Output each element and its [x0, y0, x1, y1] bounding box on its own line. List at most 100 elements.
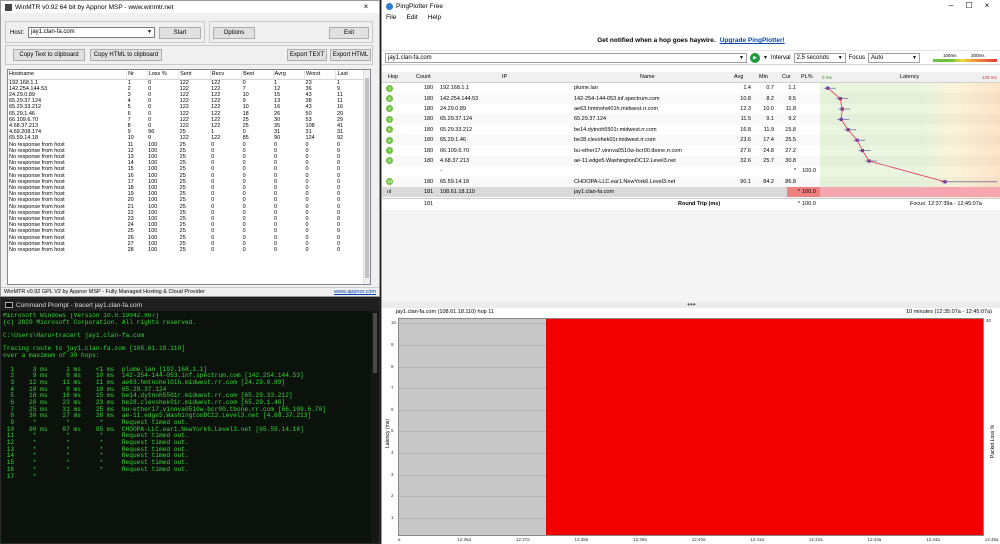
focus-value: Auto: [870, 54, 884, 61]
mtr-col-avrg[interactable]: Avrg: [273, 70, 306, 80]
cmd-line: (c) 2020 Microsoft Corporation. All righ…: [3, 318, 197, 326]
summary-count: 181: [424, 201, 434, 207]
trace-table: Hop Count IP Name Avg Min Cur PL% Latenc…: [382, 72, 1000, 210]
summary-pl: 100.0: [802, 201, 816, 207]
hop-avg: 32.6: [740, 157, 751, 164]
chevron-down-icon[interactable]: ▼: [147, 29, 152, 35]
graph-y-tick: 3: [391, 471, 394, 477]
copy-html-button[interactable]: Copy HTML to clipboard: [90, 49, 162, 61]
chevron-down-icon[interactable]: ▼: [836, 55, 843, 61]
graph-range: 10 minutes (12:35:07a - 12:45:07a): [906, 309, 992, 315]
final-hop-ip: 108.61.18.110: [440, 189, 475, 196]
mtr-col-loss[interactable]: Loss %: [147, 70, 180, 80]
chevron-down-icon[interactable]: ▼: [910, 55, 917, 61]
graph-grid-line: [399, 474, 546, 476]
appnor-link[interactable]: www.appnor.com: [334, 289, 376, 295]
mtr-scroll-thumb[interactable]: [365, 78, 369, 278]
col-avg[interactable]: Avg: [734, 74, 743, 80]
col-hop[interactable]: Hop: [388, 74, 398, 80]
start-button[interactable]: Start: [159, 27, 201, 39]
hop-status-icon: 4: [386, 115, 393, 123]
exit-button[interactable]: Exit: [329, 27, 369, 39]
col-count[interactable]: Count: [416, 74, 431, 80]
upgrade-link[interactable]: Upgrade PingPlotter!: [720, 37, 785, 44]
cmd-line: 17 *: [3, 472, 37, 480]
menu-file[interactable]: File: [386, 14, 396, 21]
graph-header: jay1.clan-fa.com (108.61.18.110) hop 11 …: [396, 309, 992, 317]
menu-help[interactable]: Help: [428, 14, 441, 21]
table-row[interactable]: No response from host 28 100 25 0 0 0 0 0: [8, 247, 368, 253]
mtr-col-worst[interactable]: Worst: [304, 70, 337, 80]
chevron-down-icon[interactable]: ▼: [737, 55, 744, 61]
upgrade-banner: Get notified when a hop goes haywire. Up…: [382, 31, 1000, 51]
mtr-col-best[interactable]: Best: [241, 70, 274, 80]
hop-ip: 65.59.14.18: [440, 178, 470, 185]
interval-select[interactable]: 2.5 seconds ▼: [793, 52, 846, 63]
scale-200ms: 200ms: [971, 53, 985, 58]
hop-count: 180: [424, 137, 434, 144]
hop-status-icon: 5: [386, 126, 393, 134]
final-hop-latency-bar: [820, 187, 1000, 198]
pp-title: PingPlotter Free: [396, 2, 443, 10]
graph-y-tick: 4: [391, 449, 394, 455]
options-button[interactable]: Options: [213, 27, 255, 39]
mtr-scrollbar[interactable]: [363, 70, 370, 284]
host-label: Host:: [10, 30, 25, 36]
graph-y-tick: 7: [391, 385, 394, 391]
col-pl[interactable]: PL%: [801, 74, 813, 80]
focus-select[interactable]: Auto ▼: [867, 52, 920, 63]
hop-avg: 12.3: [740, 105, 751, 112]
graph-grid-line: [399, 431, 546, 433]
scale-100ms: 100ms: [943, 53, 957, 58]
cmd-output[interactable]: Microsoft Windows [Version 10.0.19042.86…: [3, 313, 371, 543]
export-html-button[interactable]: Export HTML: [330, 49, 371, 61]
hop-min: 17.4: [763, 137, 774, 144]
target-input[interactable]: jay1.clan-fa.com ▼: [385, 52, 747, 63]
close-icon[interactable]: ×: [978, 0, 996, 12]
col-name[interactable]: Name: [640, 74, 655, 80]
maximize-icon[interactable]: ☐: [960, 0, 978, 12]
hop-name: CHOOPA-LLC.ear1.NewYork6.Level3.net: [574, 178, 676, 185]
play-icon[interactable]: ▶: [750, 52, 760, 63]
graph-y-tick: 6: [391, 406, 394, 412]
hop-avg: 90.1: [740, 178, 751, 185]
mtr-col-sent[interactable]: Sent: [178, 70, 211, 80]
latency-scale-min: 0 ms: [822, 74, 832, 80]
final-hop-count: 181: [424, 189, 434, 196]
cmd-scrollbar[interactable]: [371, 311, 379, 543]
table-row[interactable]: 192.168.1.1 1 0 122 122 0 1 23 1: [8, 79, 368, 86]
graph-x-tick: 12:41a: [750, 537, 765, 542]
graph-grid-line: [399, 323, 546, 325]
host-input[interactable]: jay1.clan-fa.com ▼: [28, 27, 155, 38]
col-ip[interactable]: IP: [502, 74, 507, 80]
graph-y-right-label: Packet Loss %: [990, 424, 996, 458]
col-min[interactable]: Min: [759, 74, 768, 80]
cmd-scroll-thumb[interactable]: [373, 313, 377, 373]
mtr-col-nr[interactable]: Nr: [126, 70, 148, 80]
mtr-col-hostname[interactable]: Hostname: [8, 70, 128, 80]
menu-edit[interactable]: Edit: [406, 14, 417, 21]
cmd-line: 16 * * * Request timed out.: [3, 465, 189, 473]
winmtr-close-button[interactable]: ×: [357, 1, 375, 13]
hop-name: 142-254-144-053.inf.spectrum.com: [574, 95, 660, 102]
graph-y-tick: 1: [391, 514, 394, 520]
latency-trend-line: [827, 87, 946, 183]
graph-x-tick: 12:40a: [691, 537, 706, 542]
table-cell: 0: [274, 246, 278, 253]
mtr-col-recv[interactable]: Recv: [210, 70, 243, 80]
mtr-results-table[interactable]: Hostname Nr Loss % Sent Recv Best Avrg Worst Las…: [7, 69, 371, 285]
play-chevron-icon[interactable]: ▼: [763, 55, 768, 61]
final-hop-row[interactable]: ııl 181 108.61.18.110 jay1.clan-fa.com *…: [382, 187, 1000, 198]
copy-text-button[interactable]: Copy Text to clipboard: [13, 49, 85, 61]
hop-ip: 142.254.144.53: [440, 95, 479, 102]
hop-status-icon: 10: [386, 178, 393, 186]
minimize-icon[interactable]: –: [942, 0, 960, 12]
graph-plot-area[interactable]: [398, 318, 984, 536]
hop-count: 180: [424, 85, 434, 92]
export-text-button[interactable]: Export TEXT: [287, 49, 327, 61]
hop-avg: 11.5: [740, 116, 751, 123]
hop-ip: 24.29.0.89: [440, 105, 466, 112]
pp-titlebar: PingPlotter Free – ☐ ×: [382, 0, 1000, 12]
col-latency[interactable]: Latency: [900, 74, 919, 80]
col-cur[interactable]: Cur: [782, 74, 791, 80]
